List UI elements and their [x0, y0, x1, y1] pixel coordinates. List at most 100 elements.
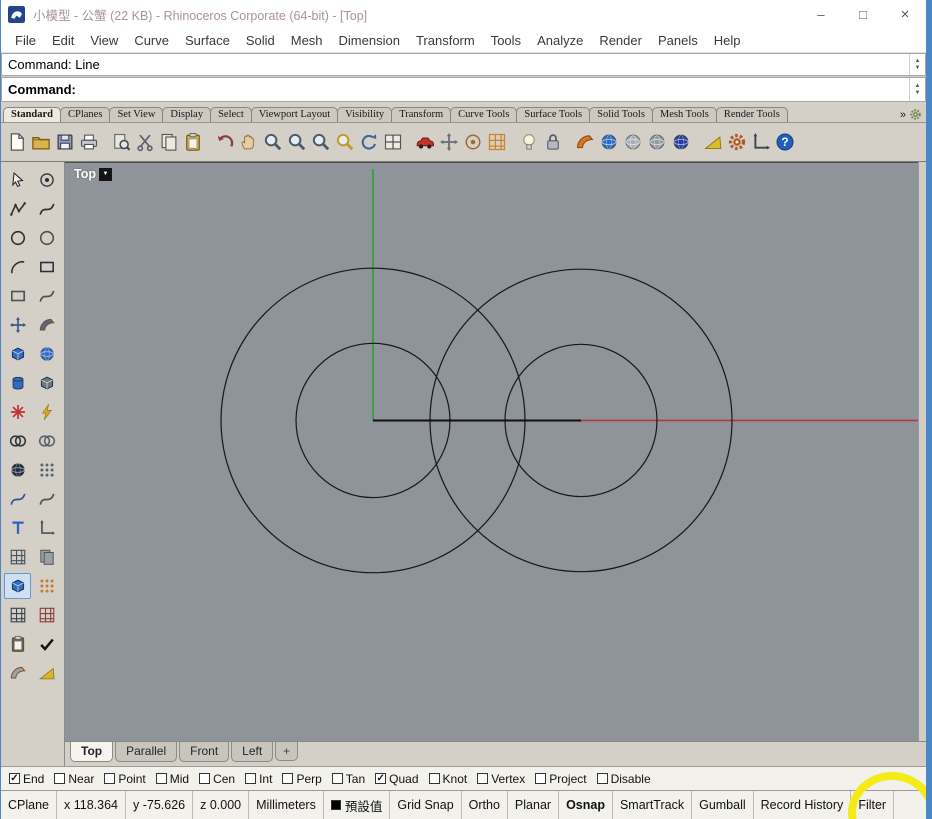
command-prompt-text[interactable]: Command: [2, 78, 909, 101]
scroll-down-icon[interactable]: ▼ [915, 65, 921, 72]
open-file-icon[interactable] [29, 130, 53, 154]
status-smarttrack[interactable]: SmartTrack [613, 791, 693, 819]
menu-help[interactable]: Help [706, 31, 749, 50]
status-record-history[interactable]: Record History [754, 791, 852, 819]
point-display-icon[interactable] [33, 573, 60, 599]
new-file-icon[interactable] [5, 130, 29, 154]
box-display-icon[interactable] [4, 573, 31, 599]
ghosted-display-icon[interactable] [645, 130, 669, 154]
scroll-down-icon[interactable]: ▼ [915, 90, 921, 97]
menu-surface[interactable]: Surface [177, 31, 238, 50]
checkbox-disable[interactable] [596, 773, 608, 784]
zoom-dynamic-icon[interactable] [261, 130, 285, 154]
sphere-icon[interactable] [33, 341, 60, 367]
cylinder-icon[interactable] [4, 370, 31, 396]
pan-icon[interactable] [237, 130, 261, 154]
overflow-chevron-icon[interactable]: » [900, 109, 906, 121]
osnap-quad[interactable]: ✓ Quad [375, 772, 419, 786]
osnap-point[interactable]: Point [104, 772, 146, 786]
checkbox-near[interactable] [54, 773, 66, 784]
select-icon[interactable] [4, 167, 31, 193]
viewport-tab-parallel[interactable]: Parallel [115, 742, 178, 762]
toolbar-tab-surface-tools[interactable]: Surface Tools [516, 107, 591, 122]
checkbox-end[interactable]: ✓ [9, 773, 20, 784]
scroll-up-icon[interactable]: ▲ [915, 58, 921, 65]
text-icon[interactable] [4, 515, 31, 541]
viewport-tab-left[interactable]: Left [231, 742, 274, 762]
rotate-view-icon[interactable] [357, 130, 381, 154]
surface-tools-icon[interactable] [573, 130, 597, 154]
cplane-tools-icon[interactable] [749, 130, 773, 154]
status-planar[interactable]: Planar [508, 791, 560, 819]
menu-transform[interactable]: Transform [408, 31, 483, 50]
toolbar-tab-render-tools[interactable]: Render Tools [715, 107, 788, 122]
explode-icon[interactable] [4, 399, 31, 425]
array-icon[interactable] [4, 602, 31, 628]
checkbox-point[interactable] [104, 773, 116, 784]
osnap-end[interactable]: ✓ End [9, 772, 44, 786]
viewport-tab-top[interactable]: Top [70, 742, 114, 762]
maximize-button[interactable]: □ [842, 0, 884, 28]
point-icon[interactable] [33, 167, 60, 193]
block-icon[interactable] [33, 602, 60, 628]
checkbox-int[interactable] [245, 773, 257, 784]
toolbar-tab-display[interactable]: Display [162, 107, 212, 122]
menu-panels[interactable]: Panels [650, 31, 706, 50]
toolbar-tab-curve-tools[interactable]: Curve Tools [450, 107, 518, 122]
toolbar-tab-viewport-layout[interactable]: Viewport Layout [250, 107, 339, 122]
viewport-dropdown[interactable]: ▼ [98, 167, 112, 181]
shaded-display-icon[interactable] [621, 130, 645, 154]
status-gumball[interactable]: Gumball [692, 791, 754, 819]
polygon-icon[interactable] [4, 283, 31, 309]
help-icon[interactable] [773, 130, 797, 154]
print-icon[interactable] [77, 130, 101, 154]
menu-file[interactable]: File [7, 31, 44, 50]
point-cloud-icon[interactable] [33, 457, 60, 483]
checkbox-mid[interactable] [155, 773, 167, 784]
toolbar-tab-visibility[interactable]: Visibility [337, 107, 393, 122]
status-osnap[interactable]: Osnap [559, 791, 613, 819]
annotate-icon[interactable] [33, 544, 60, 570]
status-x-coordinate[interactable]: x 118.364 [57, 791, 126, 819]
status-grid-snap[interactable]: Grid Snap [390, 791, 462, 819]
command-history-scroll[interactable]: ▲ ▼ [909, 54, 925, 75]
rectangle-icon[interactable] [33, 254, 60, 280]
point-snap-grid-icon[interactable] [485, 130, 509, 154]
viewport-canvas[interactable] [65, 163, 918, 741]
checkbox-perp[interactable] [282, 773, 294, 784]
osnap-cen[interactable]: Cen [199, 772, 235, 786]
status-cplane[interactable]: CPlane [1, 791, 57, 819]
print-preview-icon[interactable] [109, 130, 133, 154]
boolean-union-icon[interactable] [4, 428, 31, 454]
osnap-mid[interactable]: Mid [155, 772, 189, 786]
command-prompt-scroll[interactable]: ▲ ▼ [909, 78, 925, 101]
surface-gray-icon[interactable] [4, 660, 31, 686]
dimension-icon[interactable] [33, 515, 60, 541]
options-icon[interactable] [725, 130, 749, 154]
viewport-tab-item[interactable]: + [275, 742, 299, 761]
osnap-knot[interactable]: Knot [428, 772, 467, 786]
status-ortho[interactable]: Ortho [462, 791, 508, 819]
copy-object-icon[interactable] [461, 130, 485, 154]
osnap-disable[interactable]: Disable [596, 772, 651, 786]
curve-edit-icon[interactable] [33, 486, 60, 512]
check-icon[interactable] [33, 631, 60, 657]
save-icon[interactable] [53, 130, 77, 154]
status-layer[interactable]: 預設值 [324, 791, 391, 819]
named-views-icon[interactable] [413, 130, 437, 154]
osnap-near[interactable]: Near [54, 772, 94, 786]
surface-plane-icon[interactable] [4, 312, 31, 338]
osnap-project[interactable]: Project [535, 772, 587, 786]
checkbox-quad[interactable]: ✓ [375, 773, 387, 784]
hatch-icon[interactable] [4, 544, 31, 570]
notes-icon[interactable] [701, 130, 725, 154]
osnap-int[interactable]: Int [245, 772, 272, 786]
status-units[interactable]: Millimeters [249, 791, 324, 819]
paste-icon[interactable] [181, 130, 205, 154]
toolbar-tab-set-view[interactable]: Set View [109, 107, 164, 122]
lamp-icon[interactable] [517, 130, 541, 154]
arc-icon[interactable] [4, 254, 31, 280]
wireframe-display-icon[interactable] [597, 130, 621, 154]
toolbar-tab-solid-tools[interactable]: Solid Tools [589, 107, 653, 122]
menu-edit[interactable]: Edit [44, 31, 82, 50]
